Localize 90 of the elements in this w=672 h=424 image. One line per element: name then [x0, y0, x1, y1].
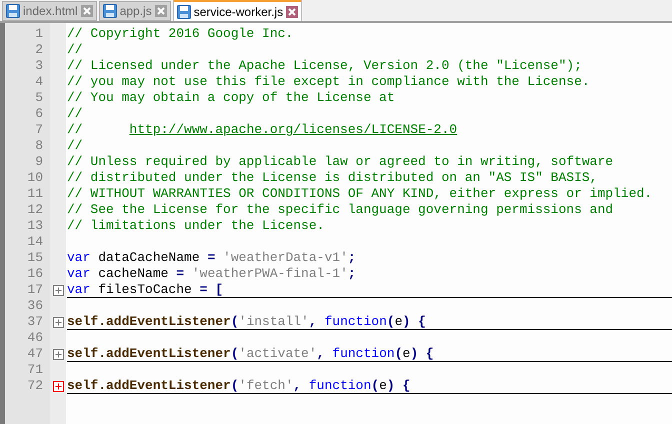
code-operator: = [ — [200, 282, 224, 297]
line-number: 71 — [27, 362, 43, 377]
code-comment: // You may obtain a copy of the License at — [67, 90, 395, 105]
code-operator: ) { — [402, 314, 426, 329]
code-operator: ) { — [410, 346, 434, 361]
line-number: 15 — [27, 250, 43, 265]
code-keyword: function — [332, 346, 395, 361]
code-text: cacheName — [97, 266, 170, 281]
code-operator: , — [308, 314, 318, 329]
code-keyword: var — [67, 282, 90, 297]
line-number: 5 — [35, 90, 43, 105]
code-string: 'activate' — [238, 346, 317, 361]
line-number: 16 — [27, 266, 43, 281]
code-comment: // you may not use this file except in compliance with the License. — [67, 74, 590, 89]
close-icon[interactable] — [154, 5, 167, 17]
line-number: 2 — [35, 42, 43, 57]
code-operator: = — [207, 250, 216, 265]
line-number: 11 — [27, 186, 43, 201]
code-identifier: self.addEventListener — [67, 378, 231, 393]
code-comment: // limitations under the License. — [67, 218, 324, 233]
line-number: 72 — [27, 378, 43, 393]
fold-plus-icon[interactable] — [52, 284, 64, 296]
file-tab[interactable]: app.js — [98, 1, 171, 21]
fold-plus-icon[interactable] — [52, 380, 64, 392]
code-comment: // — [67, 138, 83, 153]
code-string: 'fetch' — [238, 378, 294, 393]
code-operator: ( — [394, 346, 402, 361]
line-number: 1 — [35, 26, 43, 41]
close-icon[interactable] — [80, 5, 93, 17]
code-comment: // — [67, 106, 83, 121]
line-number: 6 — [35, 106, 43, 121]
tab-label: app.js — [120, 3, 152, 20]
code-operator: ( — [371, 378, 380, 393]
code-operator: , — [316, 346, 326, 361]
code-text: filesToCache — [97, 282, 193, 297]
code-operator: ; — [348, 250, 356, 265]
line-number: 46 — [27, 330, 43, 345]
line-number: 37 — [27, 314, 43, 329]
line-number: 14 — [27, 234, 43, 249]
code-comment: // — [67, 122, 84, 137]
line-number: 10 — [27, 170, 43, 185]
file-tab[interactable]: service-worker.js — [172, 0, 302, 21]
code-comment: // — [67, 42, 83, 57]
line-number: 12 — [27, 202, 43, 217]
file-icon — [102, 4, 117, 18]
code-comment: // See the License for the specific language governing permissions and — [67, 202, 614, 217]
code-operator: ( — [230, 346, 239, 361]
code-text: e — [402, 346, 410, 361]
code-comment: // Unless required by applicable law or agreed to in writing, software — [67, 154, 614, 169]
close-icon[interactable] — [286, 6, 298, 18]
code-operator: ( — [230, 378, 239, 393]
line-number: 8 — [35, 138, 43, 153]
line-number: 36 — [27, 298, 43, 313]
code-keyword: function — [324, 314, 387, 329]
line-number: 3 — [35, 58, 43, 73]
code-operator: , — [293, 378, 302, 393]
code-text: e — [379, 378, 387, 393]
code-comment: // distributed under the License is distributed on an "AS IS" BASIS, — [67, 170, 598, 185]
fold-plus-icon[interactable] — [52, 316, 64, 328]
code-operator: ( — [230, 314, 239, 329]
code-keyword: var — [67, 250, 90, 265]
tab-label: service-worker.js — [194, 4, 284, 20]
code-operator: ) { — [386, 378, 410, 393]
tab-label: index.html — [23, 3, 78, 20]
line-number: 13 — [27, 218, 43, 233]
code-keyword: function — [308, 378, 372, 393]
code-comment: // WITHOUT WARRANTIES OR CONDITIONS OF ANY KIND, either express or implied. — [67, 186, 652, 201]
code-operator: ( — [386, 314, 395, 329]
code-identifier: self.addEventListener — [67, 346, 231, 361]
code-string: 'install' — [238, 314, 309, 329]
line-number: 47 — [27, 346, 43, 361]
code-text: dataCacheName — [97, 250, 201, 265]
code-text: e — [394, 314, 403, 329]
code-comment: // Licensed under the Apache License, Version 2.0 (the "License"); — [67, 58, 582, 73]
code-comment: // Copyright 2016 Google Inc. — [67, 26, 294, 41]
code-keyword: var — [67, 266, 90, 281]
code-identifier: self.addEventListener — [67, 314, 231, 329]
url-link[interactable]: http://www.apache.org/licenses/LICENSE-2.0 — [129, 122, 458, 137]
fold-plus-icon[interactable] — [52, 348, 64, 360]
file-icon — [176, 4, 191, 18]
line-number: 7 — [35, 122, 43, 137]
file-icon — [6, 4, 20, 18]
code-string: 'weatherPWA-final-1' — [192, 266, 348, 281]
code-string: 'weatherData-v1' — [223, 250, 348, 265]
line-number: 4 — [35, 74, 43, 89]
line-number: 9 — [35, 154, 43, 169]
line-number: 17 — [27, 282, 43, 297]
code-operator: ; — [348, 266, 356, 281]
code-operator: = — [176, 266, 186, 281]
file-tab[interactable]: index.html — [2, 1, 97, 21]
